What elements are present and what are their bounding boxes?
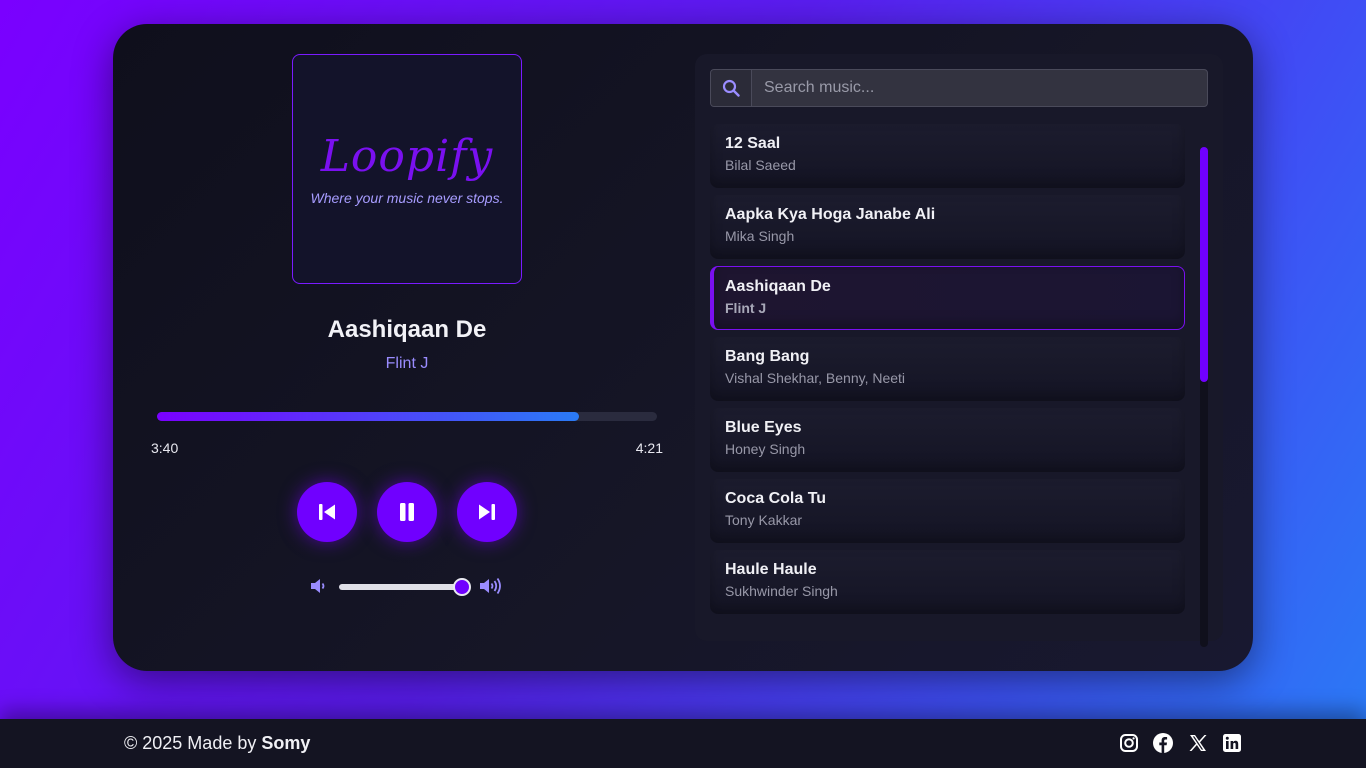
search-icon-container	[711, 70, 752, 106]
footer: © 2025 Made by Somy	[0, 719, 1366, 768]
previous-button[interactable]	[297, 482, 357, 542]
song-artist: Honey Singh	[725, 441, 806, 457]
song-title: 12 Saal	[725, 135, 781, 152]
list-item[interactable]: Aapka Kya Hoga Janabe Ali Mika Singh	[710, 195, 1185, 259]
progress-fill	[157, 412, 579, 421]
playlist-panel: 12 Saal Bilal Saeed Aapka Kya Hoga Janab…	[695, 54, 1223, 647]
now-playing-artist: Flint J	[385, 355, 429, 372]
copyright-text: © 2025 Made by Somy	[124, 733, 310, 754]
song-artist: Vishal Shekhar, Benny, Neeti	[725, 370, 906, 386]
search-input[interactable]	[752, 70, 1207, 106]
song-list: 12 Saal Bilal Saeed Aapka Kya Hoga Janab…	[710, 124, 1185, 622]
album-cover: Loopify Where your music never stops.	[292, 54, 522, 284]
song-title: Bang Bang	[725, 348, 810, 365]
volume-low-icon[interactable]	[309, 576, 329, 601]
search-box	[710, 69, 1208, 107]
volume-slider-thumb[interactable]	[453, 578, 471, 596]
pause-icon	[400, 503, 414, 521]
author-name: Somy	[261, 733, 311, 753]
player-card: Loopify Where your music never stops. Aa…	[113, 24, 1253, 671]
volume-high-icon[interactable]	[478, 576, 504, 601]
copyright-prefix: © 2025 Made by	[124, 733, 257, 753]
app-tagline: Where your music never stops.	[310, 190, 504, 206]
song-artist: Tony Kakkar	[725, 512, 803, 528]
current-time: 3:40	[151, 440, 179, 456]
total-time: 4:21	[635, 440, 663, 456]
song-artist: Flint J	[725, 300, 767, 316]
list-item[interactable]: Coca Cola Tu Tony Kakkar	[710, 479, 1185, 543]
list-item-active[interactable]: Aashiqaan De Flint J	[710, 266, 1185, 330]
x-icon[interactable]	[1187, 732, 1209, 754]
skip-back-icon	[319, 504, 335, 520]
next-button[interactable]	[457, 482, 517, 542]
playlist-scrollbar[interactable]	[1200, 147, 1208, 647]
list-item[interactable]: Haule Haule Sukhwinder Singh	[710, 550, 1185, 614]
list-item[interactable]: Blue Eyes Honey Singh	[710, 408, 1185, 472]
song-title: Haule Haule	[725, 561, 817, 578]
now-playing-title: Aashiqaan De	[327, 316, 487, 343]
pause-button[interactable]	[377, 482, 437, 542]
list-item[interactable]: 12 Saal Bilal Saeed	[710, 124, 1185, 188]
app-logo: Loopify	[320, 131, 494, 182]
song-artist: Mika Singh	[725, 228, 795, 244]
facebook-icon[interactable]	[1152, 732, 1174, 754]
progress-bar[interactable]	[157, 412, 657, 421]
skip-forward-icon	[479, 504, 495, 520]
song-artist: Sukhwinder Singh	[725, 583, 838, 599]
scrollbar-thumb[interactable]	[1200, 147, 1208, 382]
song-title: Aashiqaan De	[725, 278, 831, 295]
song-title: Blue Eyes	[725, 419, 802, 436]
song-title: Coca Cola Tu	[725, 490, 827, 507]
search-icon	[722, 79, 740, 97]
list-item[interactable]: Bang Bang Vishal Shekhar, Benny, Neeti	[710, 337, 1185, 401]
volume-slider[interactable]	[339, 584, 460, 590]
song-artist: Bilal Saeed	[725, 157, 796, 173]
linkedin-icon[interactable]	[1221, 732, 1243, 754]
song-title: Aapka Kya Hoga Janabe Ali	[725, 206, 936, 223]
instagram-icon[interactable]	[1118, 732, 1140, 754]
